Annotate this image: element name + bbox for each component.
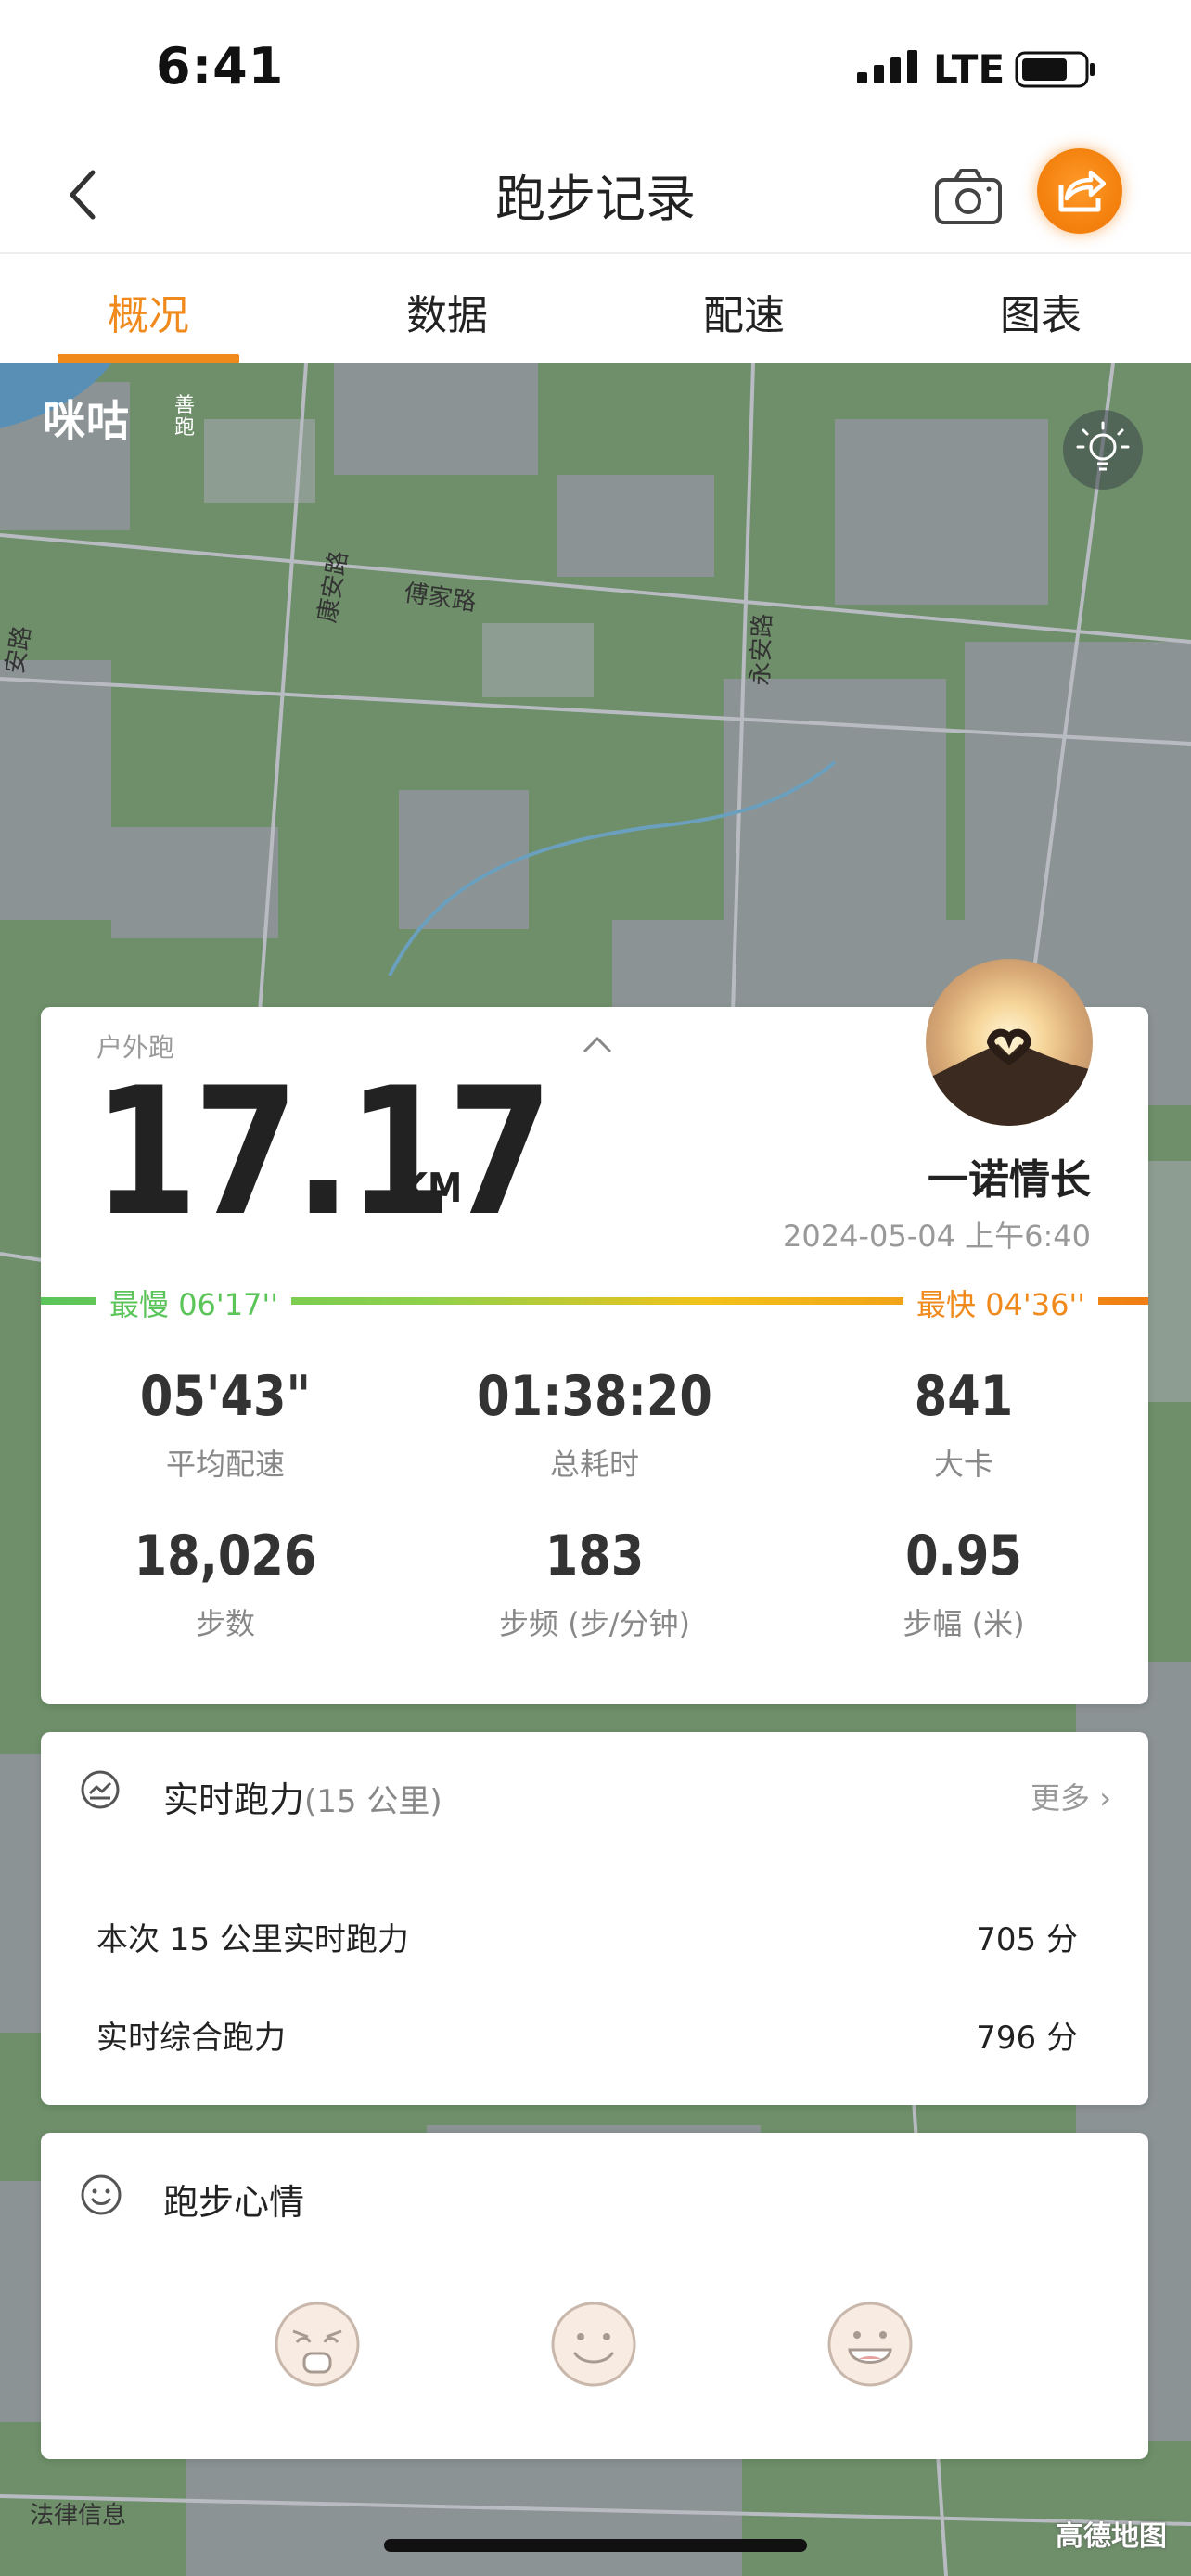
tab-overview[interactable]: 概况	[37, 282, 260, 341]
stat-value: 183	[544, 1524, 645, 1588]
running-power-title-text: 实时跑力	[163, 1779, 305, 1820]
stat-stride: 0.95 步幅 (米)	[779, 1528, 1148, 1643]
lightbulb-icon	[1076, 421, 1130, 471]
smile-face-icon[interactable]	[549, 2300, 638, 2389]
running-power-row: 实时综合跑力 796 分	[96, 2012, 1078, 2058]
running-power-title: 实时跑力(15 公里)	[163, 1771, 442, 1822]
stat-label: 总耗时	[549, 1447, 639, 1482]
stat-cadence: 183 步频 (步/分钟)	[410, 1528, 779, 1643]
stat-calories: 841 大卡	[779, 1369, 1148, 1484]
nav-bar: 跑步记录	[0, 139, 1191, 252]
row-label: 实时综合跑力	[96, 2020, 286, 2057]
running-mood-title: 跑步心情	[163, 2182, 305, 2223]
chevron-up-icon[interactable]	[579, 1031, 616, 1057]
avatar-image	[926, 959, 1093, 1126]
stat-value: 18,026	[134, 1524, 317, 1588]
status-time: 6:41	[156, 37, 285, 96]
stat-label: 平均配速	[165, 1447, 285, 1482]
page-title: 跑步记录	[495, 170, 696, 228]
running-power-card: 实时跑力(15 公里) 更多 › 本次 15 公里实时跑力 705 分 实时综合…	[41, 1732, 1148, 2105]
stat-label: 大卡	[933, 1447, 993, 1482]
fastest-pace-label: 最快	[916, 1287, 977, 1322]
fastest-pace-value: 04'36''	[985, 1287, 1086, 1322]
slowest-pace: 最慢 06'17''	[96, 1282, 292, 1324]
tab-bar: 概况 数据 配速 图表	[0, 252, 1191, 365]
map-light-toggle[interactable]	[1063, 410, 1143, 490]
stat-value: 841	[914, 1364, 1014, 1429]
smiley-icon	[81, 2174, 122, 2215]
fastest-pace: 最快 04'36''	[903, 1282, 1099, 1324]
home-indicator[interactable]	[384, 2539, 807, 2552]
chevron-right-icon: ›	[1099, 1780, 1111, 1816]
tired-face-icon[interactable]	[273, 2300, 362, 2389]
running-power-row: 本次 15 公里实时跑力 705 分	[96, 1914, 1078, 1959]
trend-chart-icon	[81, 1770, 120, 1809]
cellular-signal-icon	[857, 50, 917, 83]
status-bar: 6:41 LTE	[0, 0, 1191, 139]
stat-label: 步数	[195, 1606, 255, 1641]
stat-value: 01:38:20	[477, 1364, 712, 1429]
avatar[interactable]	[926, 959, 1093, 1126]
stat-avg-pace: 05'43" 平均配速	[41, 1369, 410, 1484]
row-value: 705 分	[976, 1921, 1078, 1958]
active-tab-indicator	[58, 354, 239, 363]
share-button[interactable]	[1037, 148, 1122, 234]
stat-steps: 18,026 步数	[41, 1528, 410, 1643]
row-value: 796 分	[976, 2020, 1078, 2057]
more-link-label: 更多	[1031, 1780, 1091, 1816]
stat-label: 步频 (步/分钟)	[499, 1606, 690, 1641]
user-name: 一诺情长	[928, 1156, 1091, 1204]
tab-pace[interactable]: 配速	[633, 282, 855, 341]
run-summary-card: 户外跑 17.17 KM 一诺情长 2024-05-04 上午6:40 最慢 0…	[41, 959, 1148, 1704]
tab-charts[interactable]: 图表	[929, 282, 1152, 341]
network-type: LTE	[933, 46, 1005, 92]
more-link[interactable]: 更多 ›	[1031, 1775, 1111, 1817]
stat-value: 05'43"	[139, 1364, 312, 1429]
migu-logo-subtitle: 善跑	[174, 394, 196, 440]
row-label: 本次 15 公里实时跑力	[96, 1921, 409, 1958]
slowest-pace-label: 最慢	[109, 1287, 170, 1322]
run-date: 2024-05-04 上午6:40	[782, 1218, 1091, 1254]
distance-value: 17.17	[93, 1050, 553, 1255]
slowest-pace-value: 06'17''	[178, 1287, 279, 1322]
share-icon	[1058, 170, 1106, 212]
stat-value: 0.95	[905, 1524, 1022, 1588]
stat-label: 步幅 (米)	[903, 1606, 1025, 1641]
map-provider-logo: 高德地图	[1056, 2520, 1167, 2553]
camera-icon[interactable]	[933, 167, 1004, 226]
battery-icon	[1015, 51, 1095, 88]
running-power-subtitle: (15 公里)	[304, 1783, 442, 1820]
stat-total-time: 01:38:20 总耗时	[410, 1369, 779, 1484]
migu-logo: 咪咕	[43, 396, 130, 446]
tab-data[interactable]: 数据	[336, 282, 558, 341]
distance-unit: KM	[401, 1165, 463, 1212]
road-label: 永安路	[747, 613, 777, 687]
grin-face-icon[interactable]	[826, 2300, 915, 2389]
legal-info-link[interactable]: 法律信息	[30, 2496, 126, 2531]
running-mood-card: 跑步心情	[41, 2133, 1148, 2459]
